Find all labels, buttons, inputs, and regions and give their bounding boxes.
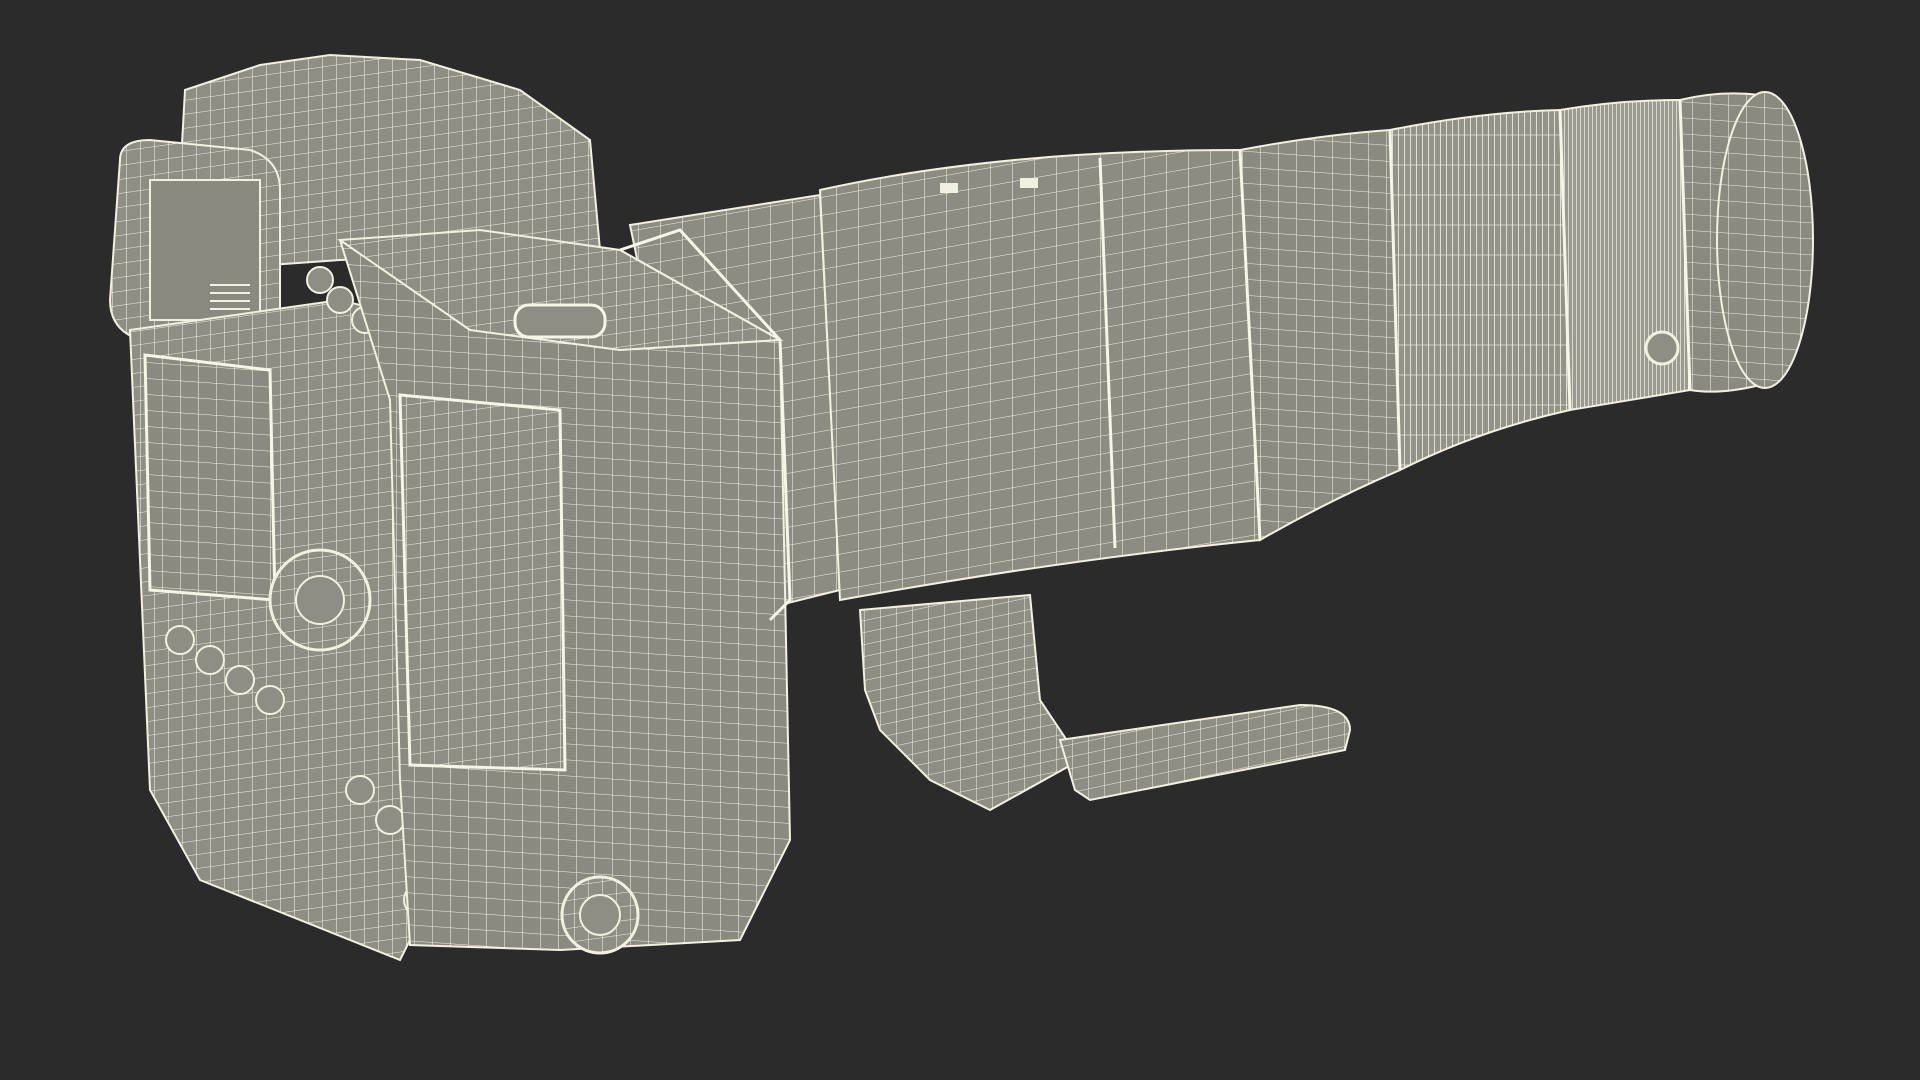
rear-lcd-screen xyxy=(143,353,277,602)
wireframe-render xyxy=(108,53,1814,962)
render-viewport xyxy=(0,0,1920,1080)
shutter-release xyxy=(513,303,607,339)
grip-side-panel xyxy=(398,393,567,772)
